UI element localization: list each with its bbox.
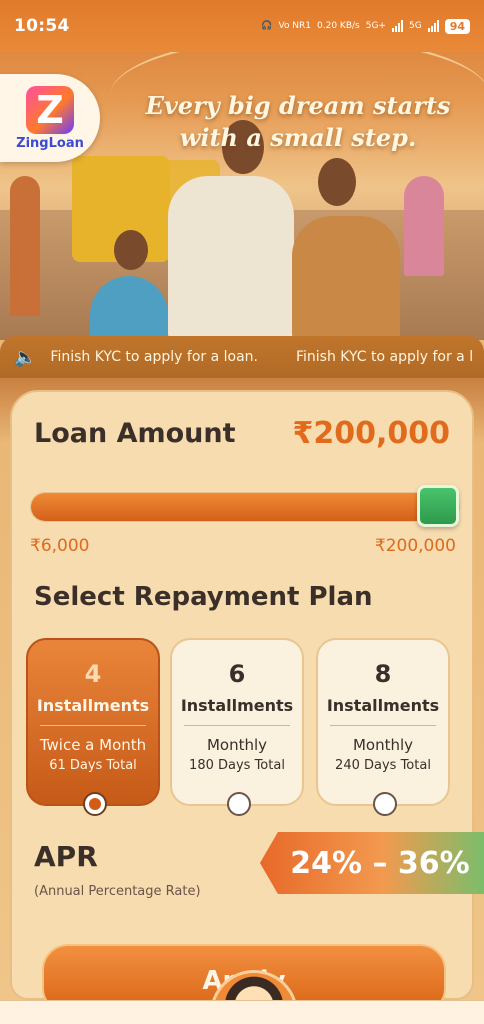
mother-head [318,158,356,206]
headline-line-1: Every big dream starts [145,91,451,120]
loan-card: Loan Amount ₹200,000 ₹6,000 ₹200,000 Sel… [10,390,484,1024]
repayment-plan-title: Select Repayment Plan [34,582,373,612]
logo-text: ZingLoan [16,135,84,151]
speaker-icon: 🔈 [14,346,37,368]
kyc-notice-marquee[interactable]: 🔈 Finish KYC to apply for a loan. Finish… [0,336,484,378]
plan-days: 180 Days Total [189,758,285,773]
plan-frequency: Twice a Month [39,736,147,754]
plan-option-6[interactable]: 6 Installments Monthly 180 Days Total [170,638,304,816]
plan-number: 6 [228,660,246,688]
plan-days: 61 Days Total [49,758,137,773]
status-icons: 🎧 Vo NR1 0.20 KB/s 5G+ 5G 94 [261,18,470,34]
loan-amount-title: Loan Amount [34,418,236,449]
hero-headline: Every big dream starts with a small step… [118,90,478,154]
plan-number: 4 [84,660,102,688]
plan-label: Installments [36,696,150,715]
slider-min-label: ₹6,000 [30,536,90,556]
apr-subtitle: (Annual Percentage Rate) [34,884,201,899]
marquee-message-repeat: Finish KYC to apply for a l [296,349,474,365]
bottom-navigation [0,1000,484,1024]
status-bar: 10:54 🎧 Vo NR1 0.20 KB/s 5G+ 5G 94 [0,0,484,52]
zingloan-logo: Z ZingLoan [0,74,100,162]
plan-label: Installments [326,696,440,715]
logo-mark: Z [26,85,74,134]
loan-amount-slider[interactable] [30,485,460,527]
mother-figure [292,216,400,340]
plan-divider [330,725,436,726]
status-time: 10:54 [14,16,70,36]
battery-icon: 94 [444,18,470,34]
headphone-icon: 🎧 [261,21,273,31]
father-figure [168,176,294,340]
slider-max-label: ₹200,000 [374,536,456,556]
apr-rate-badge: 24% – 36% [260,832,484,894]
slider-thumb[interactable] [417,485,459,527]
speed-label: 0.20 KB/s [317,21,360,31]
signal-icon [427,20,439,32]
plan-frequency: Monthly [352,736,414,754]
plan-option-8[interactable]: 8 Installments Monthly 240 Days Total [316,638,450,816]
plan-radio[interactable] [83,792,107,816]
plan-divider [184,725,290,726]
background-person [10,176,40,316]
apr-title: APR [34,840,98,873]
plan-option-4[interactable]: 4 Installments Twice a Month 61 Days Tot… [26,638,160,816]
plan-radio[interactable] [373,792,397,816]
child-head [114,230,148,270]
background-person [404,176,444,276]
plan-frequency: Monthly [206,736,268,754]
plan-number: 8 [374,660,392,688]
plan-days: 240 Days Total [335,758,431,773]
signal-label-1: 5G+ [365,21,386,31]
network-label: Vo NR1 [278,21,312,31]
plan-radio[interactable] [227,792,251,816]
signal-label-2: 5G [408,21,422,31]
loan-amount-value: ₹200,000 [292,416,450,451]
slider-fill [31,493,438,521]
signal-icon [391,20,403,32]
plan-label: Installments [180,696,294,715]
loan-panel: Loan Amount ₹200,000 ₹6,000 ₹200,000 Sel… [0,378,484,1024]
plan-divider [40,725,146,726]
marquee-message: Finish KYC to apply for a loan. [50,349,258,365]
headline-line-2: with a small step. [179,123,417,152]
